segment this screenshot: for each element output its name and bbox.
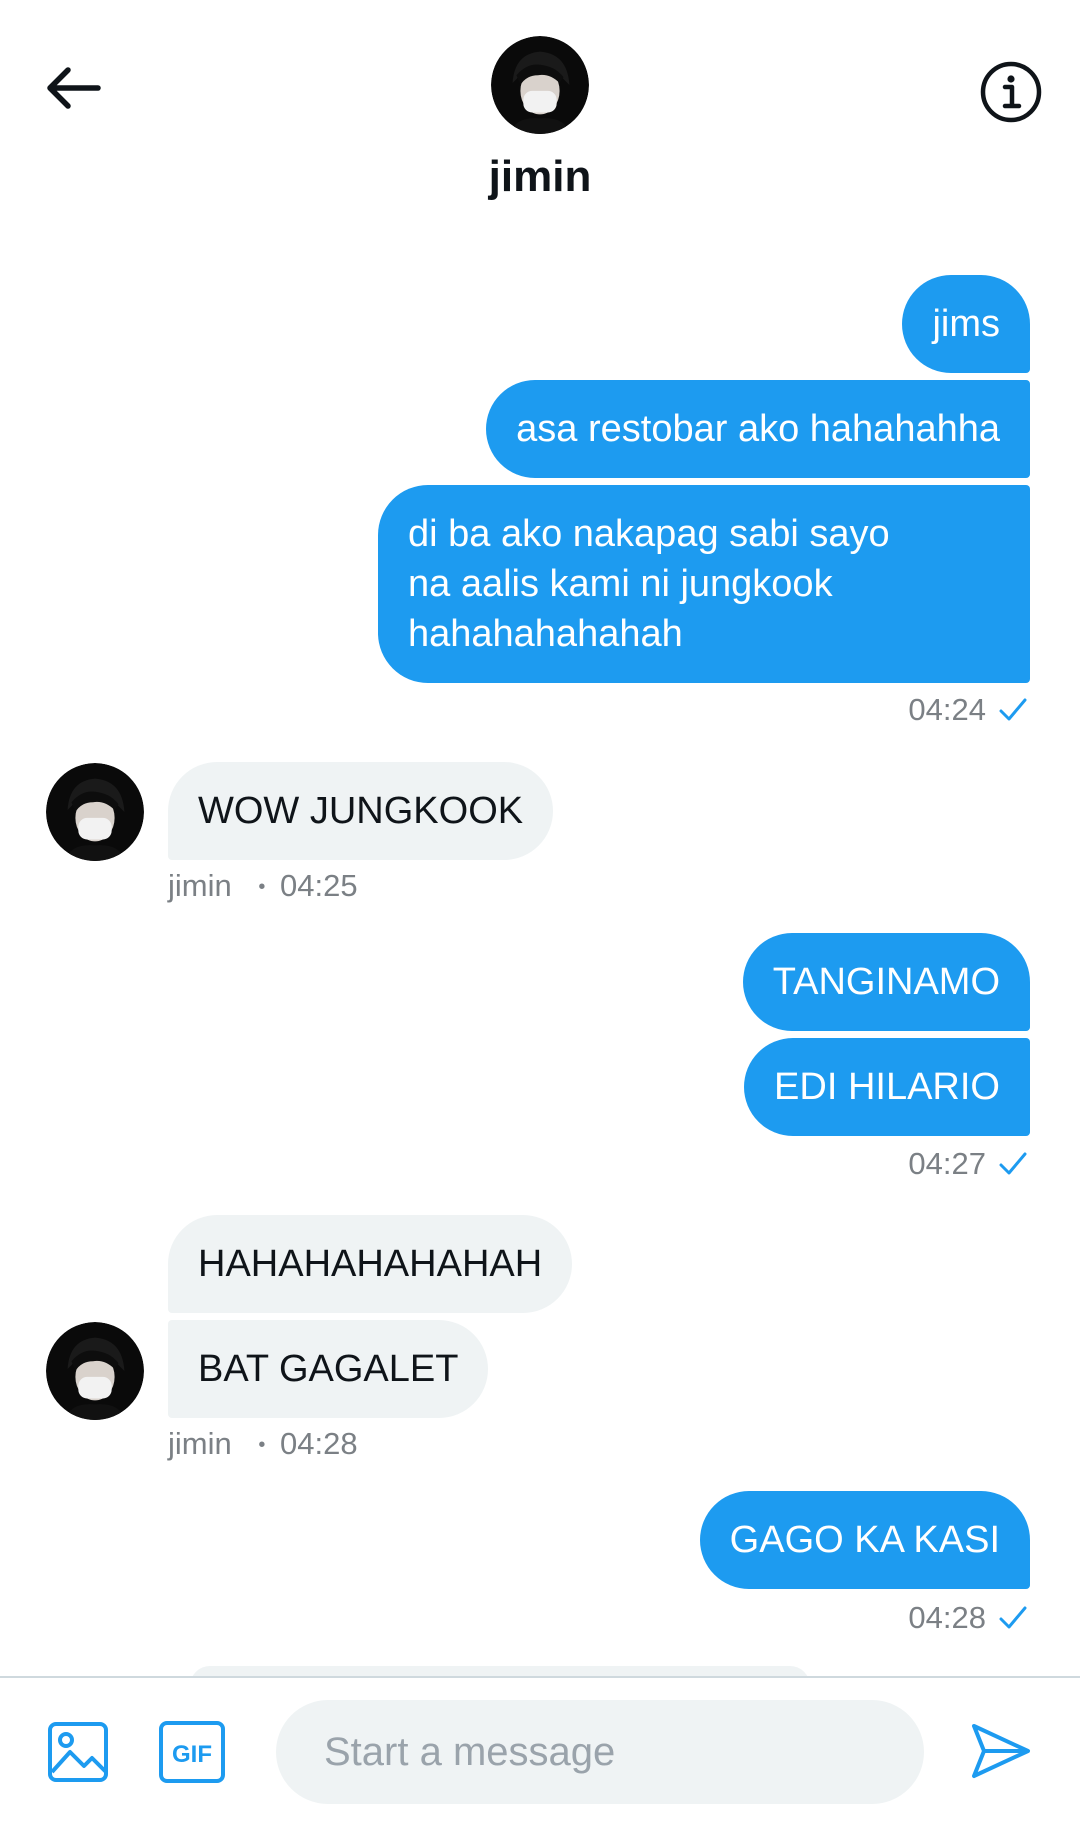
media-button[interactable] [46,1720,110,1784]
arrow-left-icon [47,67,101,109]
check-icon [999,1606,1027,1629]
meta-separator: • [258,1434,266,1457]
avatar-image [46,1322,144,1420]
message-input-container[interactable] [276,1700,924,1804]
gif-icon: GIF [159,1721,225,1783]
back-button[interactable] [36,56,108,120]
info-icon [980,61,1042,123]
conversation-header: jimin [0,0,1080,230]
message-time: 04:24 [908,692,986,727]
message-meta: 04:28 [908,1600,1030,1636]
message-meta: jimin • 04:28 [168,1426,358,1462]
outgoing-message[interactable]: GAGO KA KASI [699,1491,1030,1589]
avatar-image [491,36,589,134]
outgoing-message[interactable]: jims [902,275,1030,373]
info-button[interactable] [970,56,1052,128]
outgoing-message[interactable]: EDI HILARIO [744,1038,1030,1136]
outgoing-message[interactable]: di ba ako nakapag sabi sayo na aalis kam… [378,485,1030,683]
gif-button[interactable]: GIF [158,1720,226,1784]
message-time: 04:28 [908,1600,986,1635]
sender-avatar[interactable] [46,1322,144,1420]
avatar-image [46,763,144,861]
message-time: 04:28 [280,1426,358,1461]
image-icon [48,1722,108,1782]
message-time: 04:25 [280,868,358,903]
message-meta: 04:24 [908,692,1030,728]
sender-name: jimin [168,1426,232,1461]
outgoing-message[interactable]: TANGINAMO [742,933,1030,1031]
send-icon [972,1724,1030,1778]
dm-conversation-screen: jimin jims asa restobar ako hahahahha di… [0,0,1080,1834]
meta-separator: • [258,876,266,899]
check-icon [999,1152,1027,1175]
incoming-message[interactable]: BAT GAGALET [168,1320,489,1418]
send-button[interactable] [968,1718,1034,1784]
outgoing-message[interactable]: asa restobar ako hahahahha [486,380,1030,478]
incoming-message[interactable]: HAHAHAHAHAHAH [168,1215,573,1313]
message-meta: 04:27 [908,1146,1030,1182]
svg-text:GIF: GIF [172,1741,212,1768]
message-input[interactable] [322,1728,924,1776]
message-time: 04:27 [908,1146,986,1181]
sender-avatar[interactable] [46,763,144,861]
contact-name[interactable]: jimin [0,152,1080,202]
incoming-message[interactable]: WOW JUNGKOOK [168,762,554,860]
check-icon [999,698,1027,721]
contact-avatar[interactable] [491,36,589,134]
message-meta: jimin • 04:25 [168,868,358,904]
sender-name: jimin [168,868,232,903]
